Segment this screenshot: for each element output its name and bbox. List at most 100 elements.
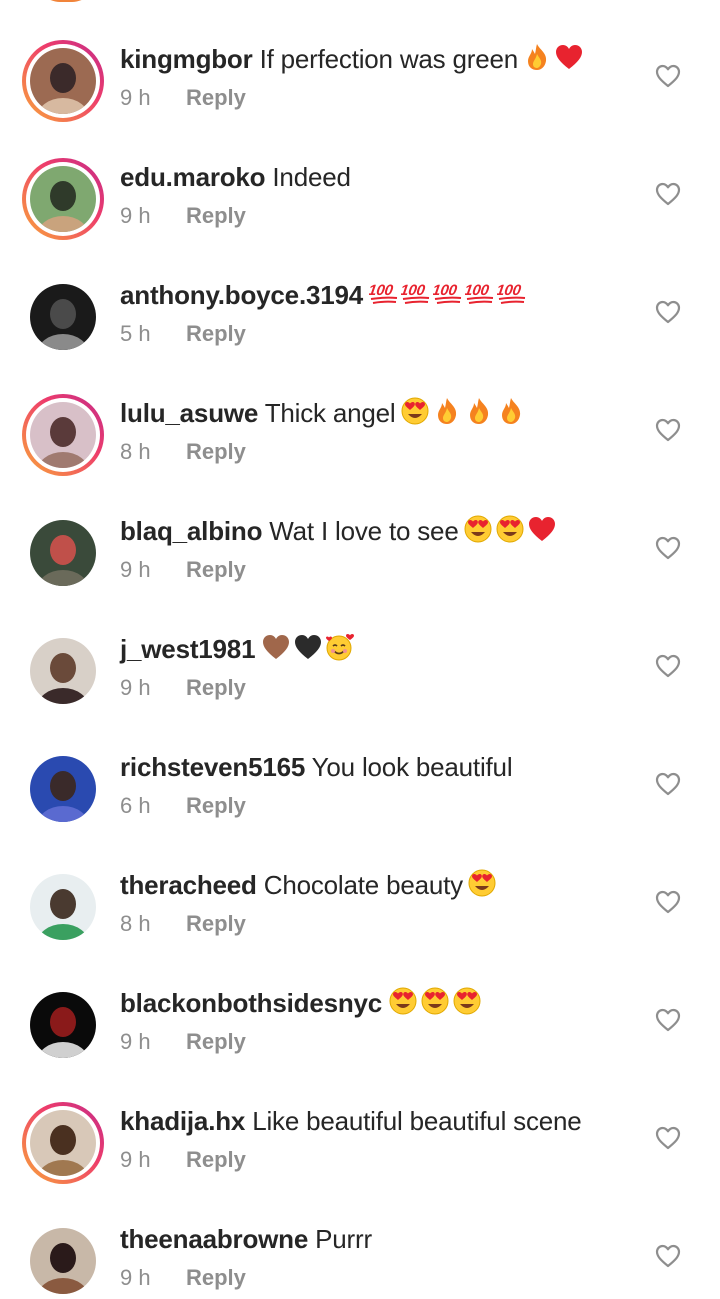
like-heart-icon[interactable] <box>655 1008 681 1032</box>
fire-emoji <box>437 398 456 424</box>
comment-text-line: khadija.hx Like beautiful beautiful scen… <box>120 1104 582 1138</box>
comment-body: Thick angel <box>264 398 396 428</box>
svg-text:100: 100 <box>497 282 523 299</box>
fire-emoji <box>528 44 547 70</box>
comment-body: Chocolate beauty <box>263 870 463 900</box>
avatar-image <box>30 1110 96 1176</box>
comment-timestamp: 9 h <box>120 85 151 110</box>
user-avatar[interactable] <box>22 984 104 1066</box>
like-heart-icon[interactable] <box>655 772 681 796</box>
comment-meta: 9 h Reply <box>120 674 246 702</box>
comment-item: edu.maroko Indeed 9 h Reply <box>0 158 720 276</box>
reply-button[interactable]: Reply <box>186 556 246 584</box>
user-avatar[interactable] <box>22 276 104 358</box>
story-ring <box>26 44 100 118</box>
reply-button[interactable]: Reply <box>186 1146 246 1174</box>
reply-button[interactable]: Reply <box>186 438 246 466</box>
avatar-image <box>30 1228 96 1294</box>
reply-button[interactable]: Reply <box>186 792 246 820</box>
comment-timestamp: 8 h <box>120 439 151 464</box>
hundred-points-emoji: 100 <box>497 282 526 304</box>
comment-emojis <box>261 632 357 670</box>
fire-emoji <box>469 398 488 424</box>
heart-eyes-emoji <box>496 515 524 543</box>
reply-button[interactable]: Reply <box>186 1028 246 1056</box>
red-heart-emoji <box>528 517 555 541</box>
red-heart-emoji <box>556 45 582 69</box>
hundred-points-emoji: 100 <box>369 282 398 304</box>
like-heart-icon[interactable] <box>655 1244 681 1268</box>
comment-meta: 9 h Reply <box>120 1028 246 1056</box>
reply-button[interactable]: Reply <box>186 84 246 112</box>
like-heart-icon[interactable] <box>655 300 681 324</box>
reply-button[interactable]: Reply <box>186 910 246 938</box>
comment-username[interactable]: edu.maroko <box>120 162 266 192</box>
like-heart-icon[interactable] <box>655 536 681 560</box>
user-avatar[interactable] <box>22 158 104 240</box>
comment-username[interactable]: lulu_asuwe <box>120 398 258 428</box>
comment-username[interactable]: blackonbothsidesnyc <box>120 988 382 1018</box>
comment-username[interactable]: kingmgbor <box>120 44 253 74</box>
user-avatar[interactable] <box>22 512 104 594</box>
comment-text-line: blackonbothsidesnyc <box>120 986 484 1024</box>
svg-text:100: 100 <box>433 282 459 299</box>
comment-body: You look beautiful <box>311 752 513 782</box>
heart-eyes-emoji <box>421 987 449 1015</box>
comment-text-line: kingmgbor If perfection was green <box>120 42 586 80</box>
user-avatar[interactable] <box>22 748 104 830</box>
user-avatar[interactable] <box>22 1102 104 1184</box>
comment-meta: 9 h Reply <box>120 84 246 112</box>
avatar-image <box>30 284 96 350</box>
user-avatar[interactable] <box>22 866 104 948</box>
comment-meta: 6 h Reply <box>120 792 246 820</box>
heart-eyes-emoji <box>389 987 417 1015</box>
comment-emojis <box>400 396 528 434</box>
comment-meta: 9 h Reply <box>120 202 246 230</box>
comment-text-line: edu.maroko Indeed <box>120 160 351 194</box>
like-heart-icon[interactable] <box>655 1126 681 1150</box>
comment-item: j_west1981 9 h Reply <box>0 630 720 748</box>
comment-item: richsteven5165 You look beautiful 6 h Repl… <box>0 748 720 866</box>
reply-button[interactable]: Reply <box>186 674 246 702</box>
comment-username[interactable]: theenaabrowne <box>120 1224 308 1254</box>
comment-text-line: richsteven5165 You look beautiful <box>120 750 513 784</box>
like-heart-icon[interactable] <box>655 182 681 206</box>
comment-username[interactable]: anthony.boyce.3194 <box>120 280 363 310</box>
like-heart-icon[interactable] <box>655 418 681 442</box>
reply-button[interactable]: Reply <box>186 1264 246 1292</box>
reply-button[interactable]: Reply <box>186 202 246 230</box>
user-avatar[interactable] <box>22 40 104 122</box>
like-heart-icon[interactable] <box>655 654 681 678</box>
story-ring <box>26 1106 100 1180</box>
user-avatar[interactable] <box>22 630 104 712</box>
black-heart-emoji <box>295 635 322 659</box>
like-heart-icon[interactable] <box>655 64 681 88</box>
comment-item: khadija.hx Like beautiful beautiful scen… <box>0 1102 720 1220</box>
comment-text-line: theracheed Chocolate beauty <box>120 868 499 906</box>
comment-body: Purrr <box>315 1224 372 1254</box>
story-ring <box>26 398 100 472</box>
comment-username[interactable]: j_west1981 <box>120 634 256 664</box>
comment-emojis <box>388 986 484 1024</box>
user-avatar[interactable] <box>22 394 104 476</box>
comment-timestamp: 9 h <box>120 203 151 228</box>
svg-text:100: 100 <box>401 282 427 299</box>
avatar-image <box>30 166 96 232</box>
like-heart-icon[interactable] <box>655 890 681 914</box>
comment-username[interactable]: khadija.hx <box>120 1106 245 1136</box>
comment-meta: 8 h Reply <box>120 438 246 466</box>
comment-username[interactable]: blaq_albino <box>120 516 262 546</box>
avatar-image <box>30 48 96 114</box>
comment-username[interactable]: theracheed <box>120 870 257 900</box>
avatar-image <box>30 756 96 822</box>
user-avatar[interactable] <box>22 1220 104 1299</box>
comment-meta: 8 h Reply <box>120 910 246 938</box>
comment-item: theenaabrowne Purrr 9 h Reply <box>0 1220 720 1299</box>
comment-meta: 9 h Reply <box>120 556 246 584</box>
avatar-image <box>30 638 96 704</box>
comment-timestamp: 8 h <box>120 911 151 936</box>
fire-emoji <box>501 398 520 424</box>
reply-button[interactable]: Reply <box>186 320 246 348</box>
comment-username[interactable]: richsteven5165 <box>120 752 305 782</box>
comment-meta: 9 h Reply <box>120 1264 246 1292</box>
